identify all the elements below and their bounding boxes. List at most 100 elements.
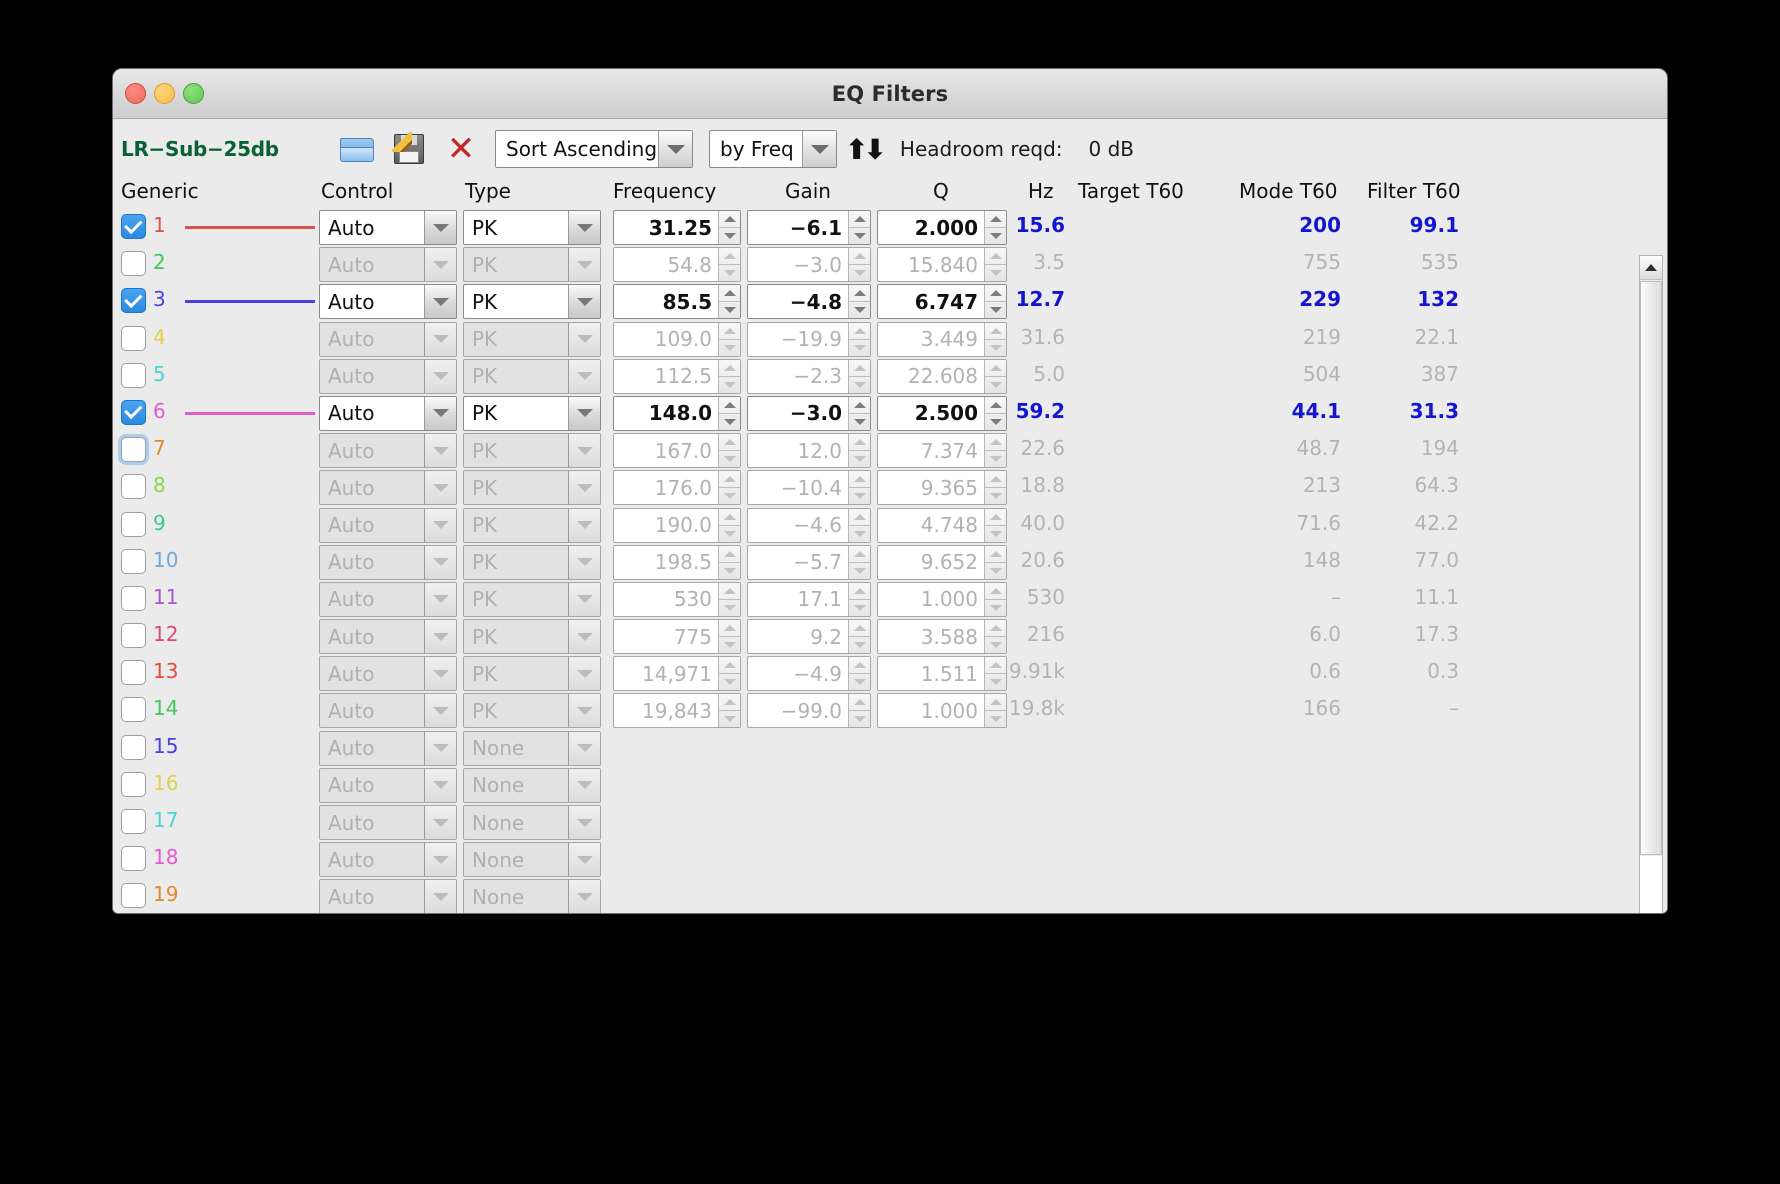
gain-input-decrement-icon[interactable] <box>849 637 870 653</box>
q-input[interactable]: 3.588 <box>877 619 1007 655</box>
chevron-down-icon[interactable] <box>424 768 456 802</box>
gain-input[interactable]: −5.7 <box>747 544 871 580</box>
q-input[interactable]: 1.000 <box>877 581 1007 617</box>
filter-enable-checkbox[interactable] <box>121 771 146 797</box>
gain-input-decrement-icon[interactable] <box>849 340 870 356</box>
control-select[interactable]: Auto <box>319 656 457 692</box>
chevron-down-icon[interactable] <box>568 396 600 430</box>
gain-input-decrement-icon[interactable] <box>849 600 870 616</box>
frequency-input-stepper[interactable] <box>718 694 740 728</box>
delete-button[interactable]: ✕ <box>435 129 487 169</box>
frequency-input-decrement-icon[interactable] <box>719 228 740 244</box>
frequency-input-stepper[interactable] <box>718 434 740 468</box>
frequency-input-stepper[interactable] <box>718 211 740 244</box>
gain-input-increment-icon[interactable] <box>849 546 870 563</box>
q-input[interactable]: 2.500 <box>877 395 1007 431</box>
frequency-input-stepper[interactable] <box>718 248 740 282</box>
chevron-down-icon[interactable] <box>802 131 836 167</box>
frequency-input-stepper[interactable] <box>718 471 740 505</box>
control-select[interactable]: Auto <box>319 507 457 543</box>
type-select[interactable]: None <box>463 805 601 840</box>
frequency-input-decrement-icon[interactable] <box>719 526 740 542</box>
chevron-down-icon[interactable] <box>424 582 456 616</box>
vertical-scrollbar[interactable] <box>1639 255 1663 913</box>
type-select[interactable]: None <box>463 730 601 766</box>
frequency-input[interactable]: 530 <box>613 581 741 617</box>
type-select[interactable]: PK <box>463 210 601 245</box>
type-select[interactable]: PK <box>463 247 601 283</box>
type-select[interactable]: PK <box>463 321 601 357</box>
chevron-down-icon[interactable] <box>424 359 456 393</box>
chevron-down-icon[interactable] <box>424 471 456 505</box>
filter-enable-checkbox[interactable] <box>121 474 146 500</box>
sort-order-select[interactable]: Sort Ascending <box>495 130 693 168</box>
gain-input-decrement-icon[interactable] <box>849 451 870 467</box>
gain-input-stepper[interactable] <box>848 657 870 691</box>
chevron-down-icon[interactable] <box>568 768 600 802</box>
frequency-input-increment-icon[interactable] <box>719 397 740 414</box>
chevron-down-icon[interactable] <box>568 843 600 877</box>
control-select[interactable]: Auto <box>319 395 457 431</box>
filter-enable-checkbox[interactable] <box>121 251 146 277</box>
gain-input-increment-icon[interactable] <box>849 471 870 489</box>
frequency-input-decrement-icon[interactable] <box>719 302 740 318</box>
frequency-input-increment-icon[interactable] <box>719 434 740 452</box>
control-select[interactable]: Auto <box>319 321 457 357</box>
filter-enable-checkbox[interactable] <box>121 362 146 388</box>
q-input[interactable]: 1.511 <box>877 656 1007 692</box>
frequency-input-stepper[interactable] <box>718 657 740 691</box>
gain-input-stepper[interactable] <box>848 620 870 654</box>
chevron-down-icon[interactable] <box>424 806 456 839</box>
chevron-down-icon[interactable] <box>424 434 456 468</box>
gain-input-decrement-icon[interactable] <box>849 674 870 690</box>
frequency-input-increment-icon[interactable] <box>719 657 740 675</box>
gain-input[interactable]: −4.9 <box>747 656 871 692</box>
gain-input-increment-icon[interactable] <box>849 583 870 600</box>
q-input[interactable]: 3.449 <box>877 321 1007 357</box>
q-input[interactable]: 2.000 <box>877 210 1007 245</box>
q-input[interactable]: 9.652 <box>877 544 1007 580</box>
filter-enable-checkbox[interactable] <box>121 585 146 611</box>
gain-input-decrement-icon[interactable] <box>849 377 870 393</box>
chevron-down-icon[interactable] <box>568 471 600 505</box>
frequency-input-increment-icon[interactable] <box>719 694 740 712</box>
gain-input[interactable]: −4.6 <box>747 507 871 543</box>
chevron-down-icon[interactable] <box>424 285 456 319</box>
gain-input[interactable]: −4.8 <box>747 284 871 320</box>
gain-input[interactable]: 17.1 <box>747 581 871 617</box>
type-select[interactable]: PK <box>463 507 601 543</box>
type-select[interactable]: PK <box>463 433 601 469</box>
q-input[interactable]: 15.840 <box>877 247 1007 283</box>
chevron-down-icon[interactable] <box>568 434 600 468</box>
control-select[interactable]: Auto <box>319 842 457 878</box>
frequency-input-increment-icon[interactable] <box>719 509 740 526</box>
gain-input-increment-icon[interactable] <box>849 620 870 638</box>
frequency-input[interactable]: 167.0 <box>613 433 741 469</box>
gain-input-stepper[interactable] <box>848 396 870 430</box>
gain-input-increment-icon[interactable] <box>849 248 870 266</box>
frequency-input[interactable]: 198.5 <box>613 544 741 580</box>
frequency-input-decrement-icon[interactable] <box>719 637 740 653</box>
gain-input-decrement-icon[interactable] <box>849 563 870 579</box>
gain-input-stepper[interactable] <box>848 211 870 244</box>
chevron-down-icon[interactable] <box>424 843 456 877</box>
chevron-down-icon[interactable] <box>568 657 600 691</box>
chevron-down-icon[interactable] <box>424 545 456 579</box>
filter-enable-checkbox[interactable] <box>121 548 146 574</box>
control-select[interactable]: Auto <box>319 730 457 766</box>
filter-enable-checkbox[interactable] <box>121 437 146 463</box>
frequency-input[interactable]: 112.5 <box>613 358 741 394</box>
gain-input-stepper[interactable] <box>848 322 870 356</box>
control-select[interactable]: Auto <box>319 619 457 655</box>
filter-enable-checkbox[interactable] <box>121 697 146 723</box>
frequency-input-stepper[interactable] <box>718 582 740 616</box>
type-select[interactable]: None <box>463 879 601 913</box>
chevron-down-icon[interactable] <box>658 131 692 167</box>
type-select[interactable]: PK <box>463 619 601 655</box>
filter-enable-checkbox[interactable] <box>121 511 146 537</box>
type-select[interactable]: PK <box>463 358 601 394</box>
gain-input[interactable]: 12.0 <box>747 433 871 469</box>
gain-input-stepper[interactable] <box>848 285 870 319</box>
frequency-input-stepper[interactable] <box>718 396 740 430</box>
type-select[interactable]: PK <box>463 581 601 617</box>
